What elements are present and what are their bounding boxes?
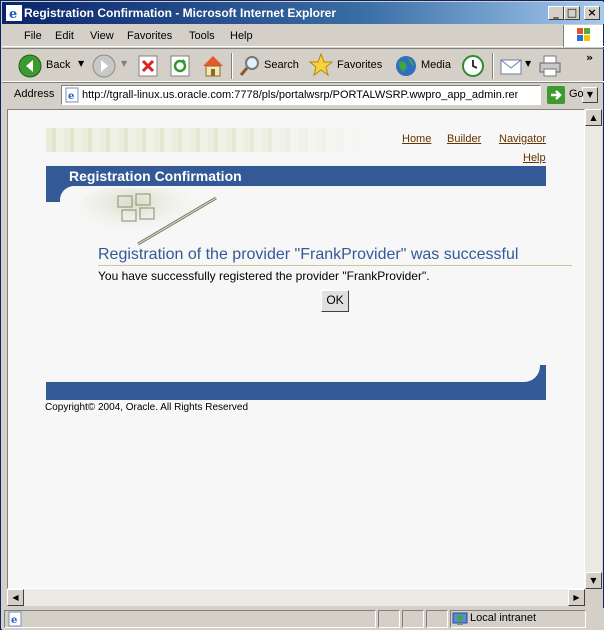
link-builder[interactable]: Builder — [447, 133, 481, 145]
maximize-button[interactable]: □ — [564, 6, 580, 20]
back-arrow-icon[interactable] — [18, 54, 42, 78]
scroll-right-icon[interactable]: ▶ — [568, 589, 585, 606]
search-button[interactable]: Search — [264, 59, 299, 71]
address-url: http://tgrall-linux.us.oracle.com:7778/p… — [82, 89, 518, 101]
link-help[interactable]: Help — [523, 152, 546, 164]
mail-dropdown-icon[interactable]: ▼ — [525, 59, 531, 68]
media-button[interactable]: Media — [421, 59, 451, 71]
history-icon[interactable] — [461, 54, 485, 78]
scroll-left-icon[interactable]: ◀ — [7, 589, 24, 606]
scroll-up-icon[interactable]: ▲ — [585, 109, 602, 126]
windows-logo — [563, 25, 603, 47]
forward-arrow-icon[interactable] — [92, 54, 116, 78]
ok-button[interactable]: OK — [321, 290, 349, 312]
search-icon[interactable] — [238, 54, 262, 78]
svg-text:e: e — [11, 615, 17, 626]
back-dropdown-icon[interactable]: ▼ — [78, 59, 84, 68]
go-button[interactable]: Go — [569, 88, 584, 100]
vertical-scrollbar[interactable]: ▲ ▼ — [585, 109, 602, 589]
menu-view[interactable]: View — [90, 30, 114, 42]
status-pane — [426, 610, 448, 628]
menu-file[interactable]: File — [24, 30, 42, 42]
menu-edit[interactable]: Edit — [55, 30, 74, 42]
menu-tools[interactable]: Tools — [189, 30, 215, 42]
intranet-icon — [452, 612, 468, 625]
ie-icon: e — [6, 5, 22, 21]
address-dropdown-icon[interactable]: ▼ — [582, 87, 598, 103]
minimize-button[interactable]: _ — [548, 6, 564, 20]
copyright-text: Copyright© 2004, Oracle. All Rights Rese… — [45, 402, 249, 413]
svg-text:e: e — [68, 91, 74, 102]
horizontal-scrollbar[interactable]: ◀ ▶ — [7, 589, 585, 606]
favorites-star-icon[interactable] — [309, 53, 333, 77]
favorites-button[interactable]: Favorites — [337, 59, 382, 71]
toolbar: Back ▼ ▼ Search Favorites Media ▼ » — [2, 48, 604, 82]
link-home[interactable]: Home — [402, 133, 431, 145]
status-main-pane: e — [4, 610, 376, 628]
refresh-icon[interactable] — [170, 55, 190, 77]
scroll-down-icon[interactable]: ▼ — [585, 572, 602, 589]
title-bar[interactable]: e Registration Confirmation - Microsoft … — [2, 2, 604, 24]
security-zone: Local intranet — [470, 612, 537, 624]
browser-window: e Registration Confirmation - Microsoft … — [0, 0, 604, 630]
toolbar-separator — [231, 53, 233, 79]
status-bar: e Local intranet — [2, 608, 604, 630]
media-globe-icon[interactable] — [394, 54, 418, 78]
menu-help[interactable]: Help — [230, 30, 253, 42]
close-button[interactable]: × — [584, 6, 600, 20]
forward-dropdown-icon[interactable]: ▼ — [121, 59, 127, 68]
windows-flag-icon — [577, 28, 590, 41]
mail-icon[interactable] — [500, 55, 524, 77]
window-title: Registration Confirmation - Microsoft In… — [24, 6, 337, 20]
toolbar-separator — [492, 53, 494, 79]
back-button[interactable]: Back — [46, 59, 70, 71]
status-pane — [402, 610, 424, 628]
toolbar-overflow-icon[interactable]: » — [586, 51, 593, 64]
stop-icon[interactable] — [138, 55, 158, 77]
svg-text:e: e — [9, 7, 17, 21]
page-content: Home Builder Navigator Help Registration… — [7, 109, 585, 589]
go-arrow-icon[interactable] — [547, 86, 565, 104]
status-pane — [378, 610, 400, 628]
menu-favorites[interactable]: Favorites — [127, 30, 172, 42]
header-banner-fade — [46, 128, 372, 152]
footer-band — [46, 382, 546, 400]
address-bar: Address e http://tgrall-linux.us.oracle.… — [2, 82, 604, 106]
home-icon[interactable] — [200, 53, 226, 79]
address-input[interactable]: e http://tgrall-linux.us.oracle.com:7778… — [61, 85, 598, 105]
link-navigator[interactable]: Navigator — [499, 133, 546, 145]
scrollbar-corner — [585, 589, 602, 606]
menu-bar: File Edit View Favorites Tools Help — [2, 25, 604, 47]
print-icon[interactable] — [538, 54, 562, 78]
clipboard-illustration — [78, 188, 217, 246]
success-message: You have successfully registered the pro… — [98, 269, 430, 283]
page-title: Registration Confirmation — [69, 168, 242, 184]
page-done-icon: e — [8, 611, 22, 627]
address-label: Address — [14, 88, 55, 100]
success-heading: Registration of the provider "FrankProvi… — [98, 246, 572, 266]
page-icon: e — [65, 87, 79, 103]
